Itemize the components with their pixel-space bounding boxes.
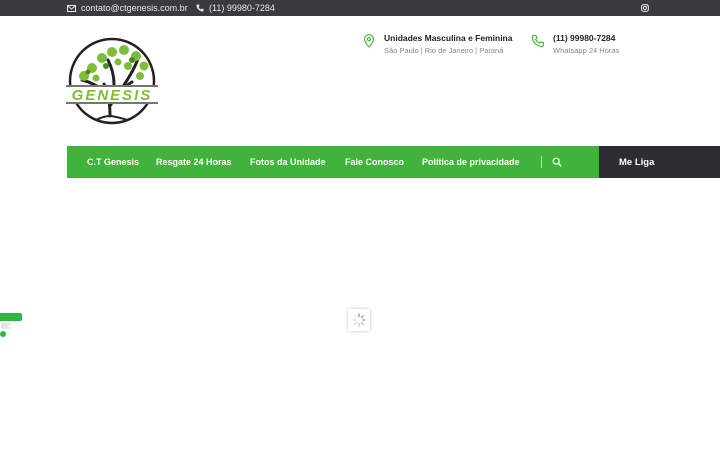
nav-divider — [541, 156, 542, 168]
whatsapp-phone: (11) 99980-7284 — [553, 33, 616, 43]
genesis-logo[interactable]: GENESIS — [66, 36, 158, 126]
logo-text: GENESIS — [72, 87, 153, 104]
instagram-icon — [641, 4, 649, 12]
whatsapp-chat-widget[interactable] — [0, 313, 22, 337]
top-bar: contato@ctgenesis.com.br (11) 99980-7284 — [0, 0, 720, 16]
phone-call-icon — [531, 34, 545, 48]
topbar-phone[interactable]: (11) 99980-7284 — [196, 3, 275, 13]
whatsapp-info[interactable]: (11) 99980-7284 Whatsapp 24 Horas — [531, 33, 619, 55]
me-liga-button[interactable]: Me Liga — [599, 146, 720, 178]
chat-widget-tab[interactable] — [0, 313, 22, 321]
instagram-link[interactable] — [641, 4, 649, 12]
units-info: Unidades Masculina e Feminina São Paulo … — [362, 33, 512, 55]
nav-item-resgate[interactable]: Resgate 24 Horas — [156, 157, 232, 167]
chat-bubble-icon[interactable] — [0, 331, 6, 337]
envelope-icon — [67, 4, 76, 12]
topbar-email[interactable]: contato@ctgenesis.com.br — [67, 3, 188, 13]
whatsapp-label: Whatsapp 24 Horas — [553, 46, 620, 55]
tree-logo-icon: GENESIS — [66, 37, 158, 125]
chat-preview-lines — [1, 323, 11, 329]
search-icon[interactable] — [552, 157, 562, 167]
main-nav: C.T Genesis Resgate 24 Horas Fotos da Un… — [67, 146, 599, 178]
loading-spinner — [348, 309, 370, 331]
units-locations: São Paulo | Rio de Janeiro | Paraná — [384, 46, 504, 55]
spinner-icon — [352, 313, 366, 327]
phone-icon — [196, 4, 204, 12]
map-pin-icon — [363, 34, 375, 48]
nav-item-fotos[interactable]: Fotos da Unidade — [250, 157, 326, 167]
topbar-phone-text: (11) 99980-7284 — [209, 3, 275, 13]
nav-item-politica[interactable]: Política de privacidade — [422, 157, 520, 167]
nav-item-ct-genesis[interactable]: C.T Genesis — [87, 157, 139, 167]
units-title: Unidades Masculina e Feminina — [384, 33, 513, 43]
nav-item-fale-conosco[interactable]: Fale Conosco — [345, 157, 404, 167]
topbar-email-text: contato@ctgenesis.com.br — [81, 3, 188, 13]
